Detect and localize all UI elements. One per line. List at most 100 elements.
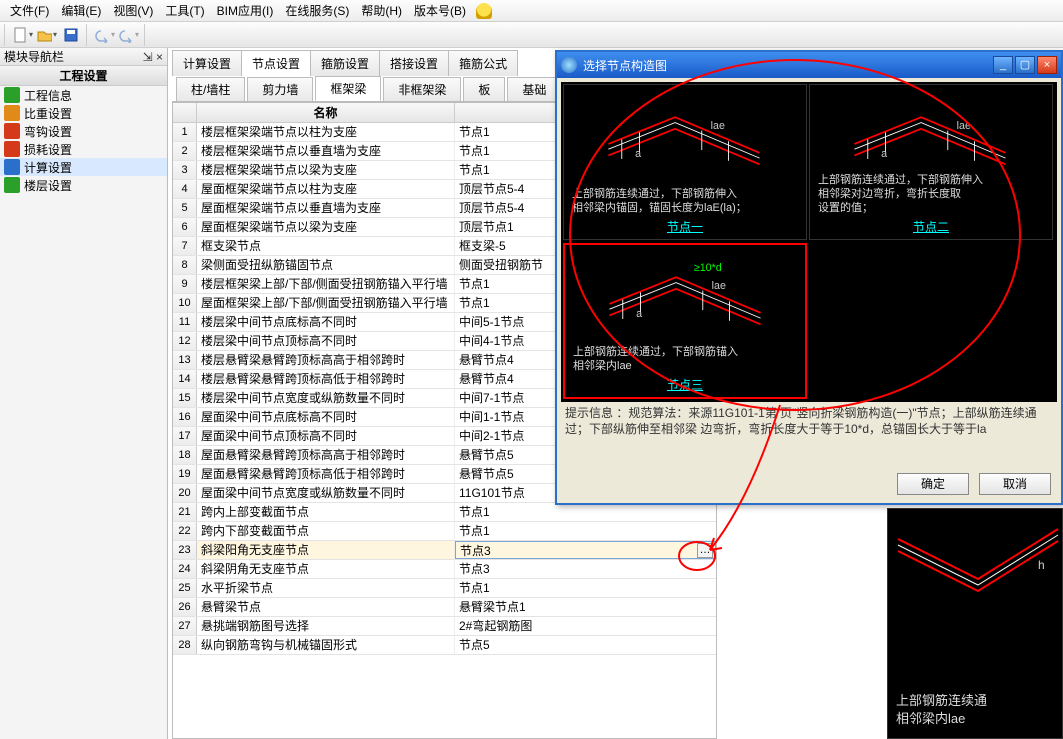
- node-diagram-dialog: 选择节点构造图 _ ▢ × laea上部钢筋连续通过，下部钢筋伸入 相邻梁内锚固…: [555, 50, 1063, 505]
- thumbnail-2[interactable]: ≥10*dlaea上部钢筋连续通过，下部钢筋锚入 相邻梁内lae节点三: [563, 243, 807, 399]
- menu-file[interactable]: 文件(F): [4, 0, 55, 21]
- menu-bar: 文件(F) 编辑(E) 视图(V) 工具(T) BIM应用(I) 在线服务(S)…: [0, 0, 1063, 22]
- nav-item-label: 计算设置: [24, 159, 72, 176]
- nav-item-2[interactable]: 弯钩设置: [0, 122, 167, 140]
- cell-name: 梁侧面受扭纵筋锚固节点: [197, 256, 455, 274]
- ellipsis-button[interactable]: …: [697, 543, 713, 558]
- hint-body: 规范算法：来源11G101-1第 页"竖向折梁钢筋构造(一)"节点；上部纵筋连续…: [565, 406, 1037, 436]
- cell-rownum: 4: [173, 180, 197, 198]
- thumbnail-0[interactable]: laea上部钢筋连续通过，下部钢筋伸入 相邻梁内锚固，锚固长度为laE(la)；…: [563, 84, 807, 240]
- maximize-button[interactable]: ▢: [1015, 56, 1035, 74]
- svg-text:≥10*d: ≥10*d: [694, 262, 722, 274]
- nav-item-label: 工程信息: [24, 87, 72, 104]
- nav-item-4[interactable]: 计算设置: [0, 158, 167, 176]
- table-row[interactable]: 28纵向钢筋弯钩与机械锚固形式节点5: [173, 636, 716, 655]
- sub-tab-5[interactable]: 基础: [507, 77, 561, 101]
- dialog-titlebar[interactable]: 选择节点构造图 _ ▢ ×: [557, 52, 1061, 78]
- cell-rownum: 18: [173, 446, 197, 464]
- svg-text:a: a: [635, 148, 641, 160]
- cell-rownum: 23: [173, 541, 197, 559]
- sub-tab-1[interactable]: 剪力墙: [247, 77, 313, 101]
- table-row[interactable]: 23斜梁阳角无支座节点节点3…: [173, 541, 716, 560]
- cell-rownum: 16: [173, 408, 197, 426]
- cell-rownum: 28: [173, 636, 197, 654]
- ok-button[interactable]: 确定: [897, 473, 969, 495]
- minimize-button[interactable]: _: [993, 56, 1013, 74]
- cell-name: 楼层梁中间节点底标高不同时: [197, 313, 455, 331]
- cell-rownum: 7: [173, 237, 197, 255]
- thumb-desc: 上部钢筋连续通过，下部钢筋伸入 相邻梁对边弯折，弯折长度取 设置的值；: [818, 173, 983, 215]
- menu-version[interactable]: 版本号(B): [408, 0, 472, 21]
- table-row[interactable]: 27悬挑端钢筋图号选择2#弯起钢筋图: [173, 617, 716, 636]
- menu-tools[interactable]: 工具(T): [159, 0, 210, 21]
- pin-icon[interactable]: ⇲: [143, 50, 153, 64]
- cell-value[interactable]: 节点3: [455, 560, 716, 578]
- cell-rownum: 19: [173, 465, 197, 483]
- grid-header-rownum: [173, 103, 197, 122]
- cell-rownum: 3: [173, 161, 197, 179]
- undo-button[interactable]: ▾: [94, 24, 116, 46]
- cell-value[interactable]: 节点1: [455, 503, 716, 521]
- nav-item-1[interactable]: 比重设置: [0, 104, 167, 122]
- cell-name: 楼层框架梁端节点以柱为支座: [197, 123, 455, 141]
- cell-rownum: 26: [173, 598, 197, 616]
- menu-edit[interactable]: 编辑(E): [55, 0, 107, 21]
- sub-tab-4[interactable]: 板: [463, 77, 505, 101]
- cell-value[interactable]: 节点1: [455, 579, 716, 597]
- thumb-desc: 上部钢筋连续通过，下部钢筋锚入 相邻梁内lae: [573, 345, 738, 373]
- table-row[interactable]: 25水平折梁节点节点1: [173, 579, 716, 598]
- cell-name: 纵向钢筋弯钩与机械锚固形式: [197, 636, 455, 654]
- hint-text: 提示信息 ：规范算法：来源11G101-1第 页"竖向折梁钢筋构造(一)"节点；…: [565, 406, 1053, 452]
- nav-item-icon: [4, 141, 20, 157]
- nav-panel-title: 模块导航栏: [4, 48, 64, 65]
- nav-item-label: 弯钩设置: [24, 123, 72, 140]
- cell-value[interactable]: 节点1: [455, 522, 716, 540]
- main-tab-0[interactable]: 计算设置: [172, 50, 242, 76]
- cell-name: 楼层框架梁端节点以垂直墙为支座: [197, 142, 455, 160]
- menu-help[interactable]: 帮助(H): [355, 0, 408, 21]
- close-button[interactable]: ×: [1037, 56, 1057, 74]
- nav-item-icon: [4, 159, 20, 175]
- table-row[interactable]: 21跨内上部变截面节点节点1: [173, 503, 716, 522]
- cell-rownum: 20: [173, 484, 197, 502]
- nav-item-0[interactable]: 工程信息: [0, 86, 167, 104]
- nav-item-5[interactable]: 楼层设置: [0, 176, 167, 194]
- nav-item-icon: [4, 177, 20, 193]
- redo-button[interactable]: ▾: [118, 24, 140, 46]
- table-row[interactable]: 22跨内下部变截面节点节点1: [173, 522, 716, 541]
- cell-rownum: 13: [173, 351, 197, 369]
- thumb-label: 节点一: [667, 218, 703, 235]
- main-tab-4[interactable]: 箍筋公式: [448, 50, 518, 76]
- thumbnail-1[interactable]: laea上部钢筋连续通过，下部钢筋伸入 相邻梁对边弯折，弯折长度取 设置的值；节…: [809, 84, 1053, 240]
- thumbnail-gallery: laea上部钢筋连续通过，下部钢筋伸入 相邻梁内锚固，锚固长度为laE(la)；…: [561, 82, 1057, 402]
- save-button[interactable]: [60, 24, 82, 46]
- cell-value[interactable]: 悬臂梁节点1: [455, 598, 716, 616]
- sub-tab-2[interactable]: 框架梁: [315, 76, 381, 101]
- table-row[interactable]: 26悬臂梁节点悬臂梁节点1: [173, 598, 716, 617]
- main-tab-3[interactable]: 搭接设置: [379, 50, 449, 76]
- cell-value[interactable]: 节点5: [455, 636, 716, 654]
- cell-value[interactable]: 2#弯起钢筋图: [455, 617, 716, 635]
- cell-rownum: 24: [173, 560, 197, 578]
- cell-rownum: 10: [173, 294, 197, 312]
- menu-view[interactable]: 视图(V): [107, 0, 159, 21]
- cancel-button[interactable]: 取消: [979, 473, 1051, 495]
- table-row[interactable]: 24斜梁阴角无支座节点节点3: [173, 560, 716, 579]
- cell-value[interactable]: 节点3…: [455, 541, 716, 559]
- nav-item-label: 楼层设置: [24, 177, 72, 194]
- main-tab-1[interactable]: 节点设置: [241, 50, 311, 76]
- grid-header-name[interactable]: 名称: [197, 103, 455, 122]
- sub-tab-3[interactable]: 非框架梁: [383, 77, 461, 101]
- menu-online[interactable]: 在线服务(S): [279, 0, 355, 21]
- open-button[interactable]: ▾: [36, 24, 58, 46]
- toolbar: ▾ ▾ ▾ ▾: [0, 22, 1063, 48]
- close-panel-icon[interactable]: ×: [156, 50, 163, 64]
- nav-item-3[interactable]: 损耗设置: [0, 140, 167, 158]
- new-button[interactable]: ▾: [12, 24, 34, 46]
- sub-tab-0[interactable]: 柱/墙柱: [176, 77, 245, 101]
- preview-desc: 上部钢筋连续通 相邻梁内lae: [896, 692, 987, 728]
- cell-rownum: 5: [173, 199, 197, 217]
- main-tab-2[interactable]: 箍筋设置: [310, 50, 380, 76]
- nav-section-header[interactable]: 工程设置: [0, 66, 167, 86]
- menu-bim[interactable]: BIM应用(I): [211, 0, 280, 21]
